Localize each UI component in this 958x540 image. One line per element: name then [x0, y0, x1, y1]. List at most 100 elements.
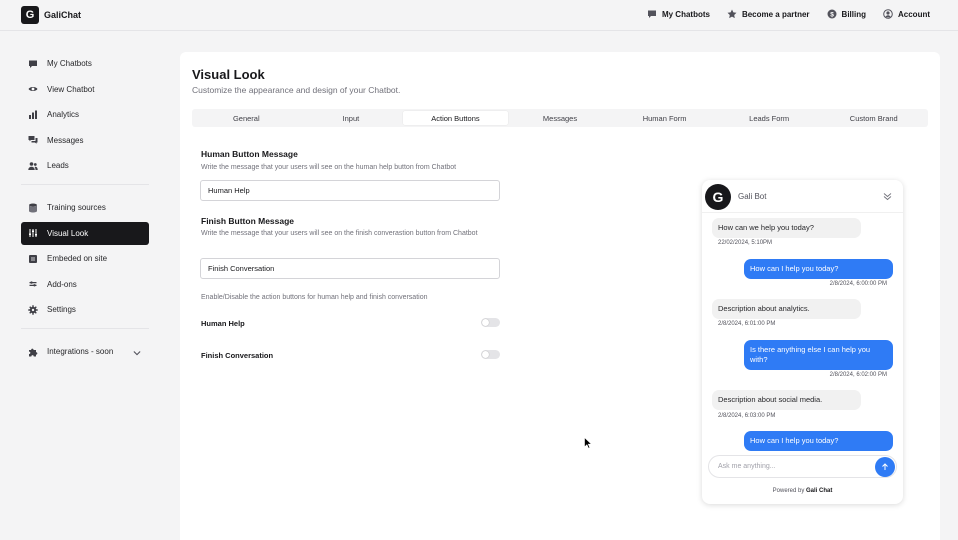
- chat-input-placeholder: Ask me anything...: [718, 463, 776, 470]
- sidebar-item-leads[interactable]: Leads: [21, 154, 149, 177]
- tab-action-buttons[interactable]: Action Buttons: [403, 111, 508, 125]
- user-icon: [883, 9, 893, 19]
- human-button-input[interactable]: [200, 180, 500, 201]
- powered-by-brand[interactable]: Gali Chat: [806, 488, 832, 494]
- sidebar-divider: [21, 184, 149, 185]
- chat-message-user: Is there anything else I can help you wi…: [744, 340, 893, 370]
- finish-button-input[interactable]: [200, 258, 500, 279]
- topnav-my-chatbots[interactable]: My Chatbots: [647, 9, 710, 19]
- star-icon: [727, 9, 737, 19]
- finish-button-description: Write the message that your users will s…: [201, 230, 478, 237]
- sidebar-divider: [21, 328, 149, 329]
- sidebar-item-label: Settings: [47, 305, 76, 314]
- human-help-toggle-label: Human Help: [201, 319, 245, 328]
- chevron-down-icon: [133, 351, 141, 356]
- send-button[interactable]: [875, 457, 895, 477]
- sidebar-item-training-sources[interactable]: Training sources: [21, 196, 149, 219]
- app-logo[interactable]: G: [21, 6, 39, 24]
- sidebar-item-label: Training sources: [47, 203, 106, 212]
- topnav-label: Become a partner: [741, 9, 810, 19]
- page-subtitle: Customize the appearance and design of y…: [192, 85, 401, 95]
- topnav-become-partner[interactable]: Become a partner: [727, 9, 810, 19]
- sidebar-item-integrations[interactable]: Integrations - soon: [21, 340, 149, 363]
- sidebar-item-label: Analytics: [47, 110, 80, 119]
- topnav-label: My Chatbots: [661, 9, 710, 19]
- gear-icon: [28, 304, 38, 315]
- finish-button-label: Finish Button Message: [201, 216, 295, 226]
- sidebar-item-view-chatbot[interactable]: View Chatbot: [21, 78, 149, 101]
- sidebar-item-label: My Chatbots: [47, 59, 92, 68]
- sidebar-item-label: Embeded on site: [47, 254, 108, 263]
- topnav-label: Billing: [841, 9, 866, 19]
- chat-header: G Gali Bot: [702, 180, 903, 213]
- main-panel: Visual Look Customize the appearance and…: [180, 52, 940, 540]
- chat-icon: [647, 10, 656, 18]
- chat-message-bot: Description about analytics.: [712, 299, 861, 319]
- human-button-label: Human Button Message: [201, 149, 298, 159]
- tab-messages[interactable]: Messages: [508, 111, 613, 125]
- messages-icon: [28, 136, 38, 144]
- chat-preview: G Gali Bot How can we help you today? 22…: [702, 180, 903, 504]
- arrow-up-icon: [882, 463, 888, 470]
- mouse-cursor-icon: [584, 437, 592, 449]
- chat-input[interactable]: Ask me anything...: [708, 455, 897, 478]
- addon-icon: [29, 281, 37, 287]
- embed-icon: [29, 254, 37, 263]
- page-title: Visual Look: [192, 67, 265, 82]
- tab-leads-form[interactable]: Leads Form: [717, 111, 822, 125]
- sidebar-item-label: Messages: [47, 135, 84, 145]
- svg-text:$: $: [830, 11, 834, 18]
- powered-by: Powered by Gali Chat: [702, 488, 903, 494]
- sidebar-item-label: Integrations - soon: [47, 347, 114, 356]
- sidebar-item-label: Leads: [47, 161, 69, 170]
- tab-custom-brand[interactable]: Custom Brand: [821, 111, 926, 125]
- message-timestamp: 2/8/2024, 6:00:00 PM: [829, 281, 887, 287]
- topnav-label: Account: [898, 9, 930, 19]
- tab-bar: General Input Action Buttons Messages Hu…: [192, 109, 928, 127]
- tab-human-form[interactable]: Human Form: [612, 111, 717, 125]
- sidebar-item-messages[interactable]: Messages: [21, 129, 149, 152]
- top-nav: My Chatbots Become a partner $ Billing A…: [647, 9, 930, 19]
- sidebar-item-label: View Chatbot: [47, 84, 95, 94]
- sidebar-item-my-chatbots[interactable]: My Chatbots: [21, 52, 149, 75]
- tab-input[interactable]: Input: [299, 111, 404, 125]
- finish-conversation-toggle[interactable]: [481, 350, 500, 359]
- users-icon: [28, 161, 38, 170]
- finish-conversation-toggle-label: Finish Conversation: [201, 351, 274, 360]
- chat-message-user: How can I help you today?: [744, 259, 893, 279]
- message-timestamp: 2/8/2024, 6:02:00 PM: [829, 372, 887, 378]
- topnav-account[interactable]: Account: [883, 9, 930, 19]
- chat-message-user: How can I help you today?: [744, 431, 893, 451]
- message-timestamp: 2/8/2024, 6:03:00 PM: [718, 413, 776, 419]
- message-timestamp: 22/02/2024, 5:10PM: [718, 240, 773, 246]
- bar-chart-icon: [29, 110, 37, 119]
- chat-message-bot: How can we help you today?: [712, 218, 861, 238]
- powered-by-prefix: Powered by: [772, 488, 805, 494]
- sidebar-item-label: Visual Look: [47, 228, 89, 238]
- dollar-icon: $: [827, 9, 837, 19]
- toggle-description: Enable/Disable the action buttons for hu…: [201, 294, 428, 301]
- database-icon: [29, 203, 37, 212]
- puzzle-icon: [29, 348, 38, 356]
- message-timestamp: 2/8/2024, 6:01:00 PM: [718, 321, 776, 327]
- sidebar-item-analytics[interactable]: Analytics: [21, 103, 149, 126]
- human-button-description: Write the message that your users will s…: [201, 164, 457, 171]
- bot-name: Gali Bot: [738, 192, 767, 201]
- collapse-chevron-icon[interactable]: [882, 191, 893, 202]
- sidebar: My Chatbots View Chatbot Analytics Messa…: [21, 52, 149, 366]
- sidebar-item-embeded-on-site[interactable]: Embeded on site: [21, 247, 149, 270]
- human-help-toggle[interactable]: [481, 318, 500, 327]
- sliders-icon: [29, 229, 37, 237]
- sidebar-item-add-ons[interactable]: Add-ons: [21, 273, 149, 296]
- bot-avatar: G: [705, 184, 731, 210]
- sidebar-item-label: Add-ons: [47, 279, 77, 289]
- topnav-billing[interactable]: $ Billing: [827, 9, 866, 19]
- chat-icon: [29, 60, 37, 68]
- toggle-knob: [482, 319, 489, 326]
- toggle-knob: [482, 351, 489, 358]
- sidebar-item-settings[interactable]: Settings: [21, 298, 149, 321]
- app-name: GaliChat: [44, 10, 82, 20]
- tab-general[interactable]: General: [194, 111, 299, 125]
- chat-message-bot: Description about social media.: [712, 390, 861, 410]
- sidebar-item-visual-look[interactable]: Visual Look: [21, 221, 149, 245]
